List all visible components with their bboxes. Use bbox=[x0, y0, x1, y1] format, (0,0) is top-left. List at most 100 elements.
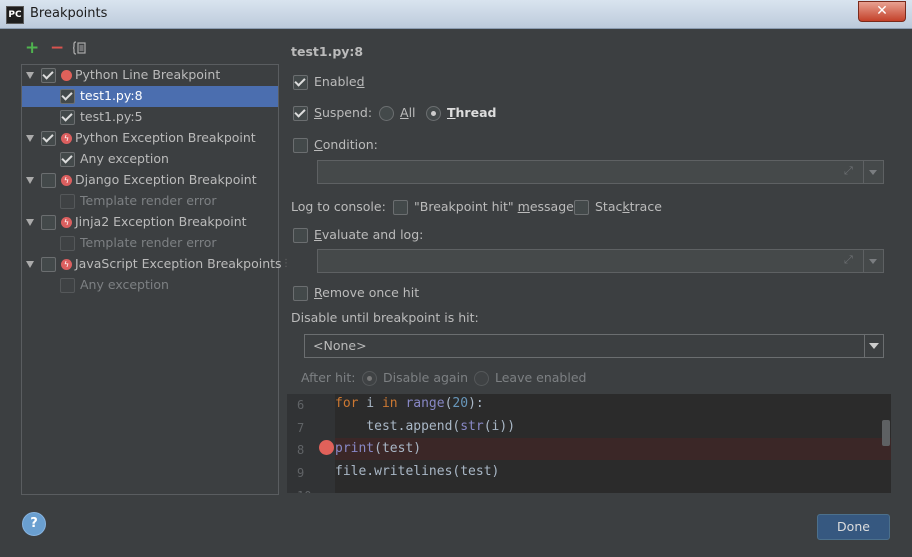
tree-row[interactable]: Template render error bbox=[22, 233, 278, 254]
add-breakpoint-button[interactable]: + bbox=[25, 38, 39, 58]
evaluate-log-checkbox[interactable] bbox=[293, 228, 308, 243]
tree-checkbox[interactable] bbox=[60, 89, 75, 104]
disable-again-radio[interactable] bbox=[362, 371, 377, 386]
tree-row[interactable]: Any exception bbox=[22, 275, 278, 296]
line-breakpoint-icon bbox=[61, 70, 72, 81]
tree-label: Template render error bbox=[80, 235, 217, 250]
tree-label: test1.py:8 bbox=[80, 88, 143, 103]
exception-breakpoint-icon: ϟ bbox=[61, 133, 72, 144]
expand-arrow-icon[interactable] bbox=[26, 135, 34, 142]
chevron-down-icon bbox=[869, 259, 877, 264]
tree-checkbox[interactable] bbox=[41, 131, 56, 146]
tree-checkbox[interactable] bbox=[60, 110, 75, 125]
expand-arrow-icon[interactable] bbox=[26, 261, 34, 268]
expand-arrow-icon[interactable] bbox=[26, 219, 34, 226]
tree-row[interactable]: ϟ Jinja2 Exception Breakpoint bbox=[22, 212, 278, 233]
tree-checkbox[interactable] bbox=[60, 278, 75, 293]
tree-checkbox[interactable] bbox=[41, 215, 56, 230]
tree-row[interactable]: Template render error bbox=[22, 191, 278, 212]
suspend-checkbox[interactable] bbox=[293, 106, 308, 121]
line-number: 10 bbox=[297, 489, 317, 493]
tree-label: test1.py:5 bbox=[80, 109, 143, 124]
tree-checkbox[interactable] bbox=[41, 173, 56, 188]
tree-label: Any exception bbox=[80, 151, 169, 166]
vertical-scrollbar[interactable] bbox=[882, 420, 890, 446]
group-icon[interactable] bbox=[72, 41, 87, 55]
disable-until-value: <None> bbox=[313, 338, 367, 353]
splitter-handle[interactable]: ⋮ bbox=[281, 258, 291, 269]
chevron-down-icon bbox=[869, 170, 877, 175]
expand-editor-icon[interactable]: ⤢ bbox=[844, 164, 853, 178]
tree-label: Python Line Breakpoint bbox=[75, 67, 221, 82]
stacktrace-label: Stacktrace bbox=[595, 199, 662, 214]
close-button[interactable]: ✕ bbox=[858, 1, 906, 22]
bp-hit-message-checkbox[interactable] bbox=[393, 200, 408, 215]
help-button[interactable]: ? bbox=[22, 512, 46, 536]
expand-arrow-icon[interactable] bbox=[26, 72, 34, 79]
title-bar: PC Breakpoints ✕ bbox=[0, 0, 912, 29]
remove-once-hit-checkbox[interactable] bbox=[293, 286, 308, 301]
suspend-all-label: All bbox=[400, 105, 416, 120]
exception-breakpoint-icon: ϟ bbox=[61, 217, 72, 228]
tree-row[interactable]: ϟ Django Exception Breakpoint bbox=[22, 170, 278, 191]
suspend-label: Suspend: bbox=[314, 105, 373, 120]
log-to-console-label: Log to console: bbox=[291, 199, 386, 214]
condition-label: Condition: bbox=[314, 137, 378, 152]
tree-row[interactable]: Python Line Breakpoint bbox=[22, 65, 278, 86]
pycharm-app-icon: PC bbox=[6, 6, 24, 24]
line-number: 9 bbox=[297, 466, 305, 481]
tree-label: Jinja2 Exception Breakpoint bbox=[75, 214, 247, 229]
tree-checkbox[interactable] bbox=[41, 257, 56, 272]
stacktrace-checkbox[interactable] bbox=[574, 200, 589, 215]
code-line: for i in range(20): bbox=[335, 396, 484, 411]
tree-row[interactable]: test1.py:8 bbox=[22, 86, 278, 107]
done-button[interactable]: Done bbox=[817, 514, 890, 540]
code-line: print(test) bbox=[335, 441, 422, 457]
chevron-down-icon bbox=[869, 343, 879, 349]
breakpoint-marker-icon[interactable] bbox=[319, 440, 334, 455]
condition-history-dropdown[interactable] bbox=[863, 161, 883, 183]
expand-arrow-icon[interactable] bbox=[26, 177, 34, 184]
leave-enabled-radio[interactable] bbox=[474, 371, 489, 386]
expand-editor-icon[interactable]: ⤢ bbox=[844, 253, 853, 267]
tree-checkbox[interactable] bbox=[41, 68, 56, 83]
code-preview[interactable]: for i in range(20): test.append(str(i)) p… bbox=[287, 394, 891, 493]
tree-row[interactable]: ϟ Python Exception Breakpoint bbox=[22, 128, 278, 149]
disable-until-dropdown[interactable] bbox=[864, 335, 883, 357]
tree-row[interactable]: test1.py:5 bbox=[22, 107, 278, 128]
condition-checkbox[interactable] bbox=[293, 138, 308, 153]
after-hit-label: After hit: bbox=[301, 370, 356, 385]
breakpoint-tree: Python Line Breakpoint test1.py:8 test1.py… bbox=[21, 64, 282, 495]
line-number: 7 bbox=[297, 420, 305, 435]
disable-until-select[interactable]: <None> bbox=[304, 334, 884, 358]
evaluate-history-dropdown[interactable] bbox=[863, 250, 883, 272]
breakpoint-title: test1.py:8 bbox=[291, 44, 364, 59]
window-title: Breakpoints bbox=[30, 6, 108, 21]
suspend-thread-radio[interactable] bbox=[426, 106, 441, 121]
evaluate-log-input[interactable]: ⤢ bbox=[317, 249, 884, 273]
suspend-all-radio[interactable] bbox=[379, 106, 394, 121]
line-number: 6 bbox=[297, 398, 305, 412]
code-line: test.append(str(i)) bbox=[335, 418, 516, 434]
tree-label: Python Exception Breakpoint bbox=[75, 130, 256, 145]
remove-breakpoint-button[interactable]: − bbox=[50, 38, 64, 58]
tree-checkbox[interactable] bbox=[60, 194, 75, 209]
tree-label: Django Exception Breakpoint bbox=[75, 172, 257, 187]
tree-label: JavaScript Exception Breakpoints bbox=[75, 256, 282, 271]
disable-again-label: Disable again bbox=[383, 370, 468, 385]
tree-checkbox[interactable] bbox=[60, 152, 75, 167]
enabled-label: Enabled bbox=[314, 74, 365, 89]
line-number: 8 bbox=[297, 443, 305, 458]
exception-breakpoint-icon: ϟ bbox=[61, 259, 72, 270]
enabled-checkbox[interactable] bbox=[293, 75, 308, 90]
condition-input[interactable]: ⤢ bbox=[317, 160, 884, 184]
leave-enabled-label: Leave enabled bbox=[495, 370, 587, 385]
tree-checkbox[interactable] bbox=[60, 236, 75, 251]
remove-once-hit-label: Remove once hit bbox=[314, 285, 420, 300]
evaluate-log-label: Evaluate and log: bbox=[314, 227, 424, 242]
bp-hit-message-label: "Breakpoint hit" message bbox=[414, 199, 574, 214]
code-line: file.writelines(test) bbox=[335, 464, 500, 480]
tree-row[interactable]: Any exception bbox=[22, 149, 278, 170]
tree-row[interactable]: ϟ JavaScript Exception Breakpoints bbox=[22, 254, 282, 275]
disable-until-label: Disable until breakpoint is hit: bbox=[291, 310, 479, 325]
